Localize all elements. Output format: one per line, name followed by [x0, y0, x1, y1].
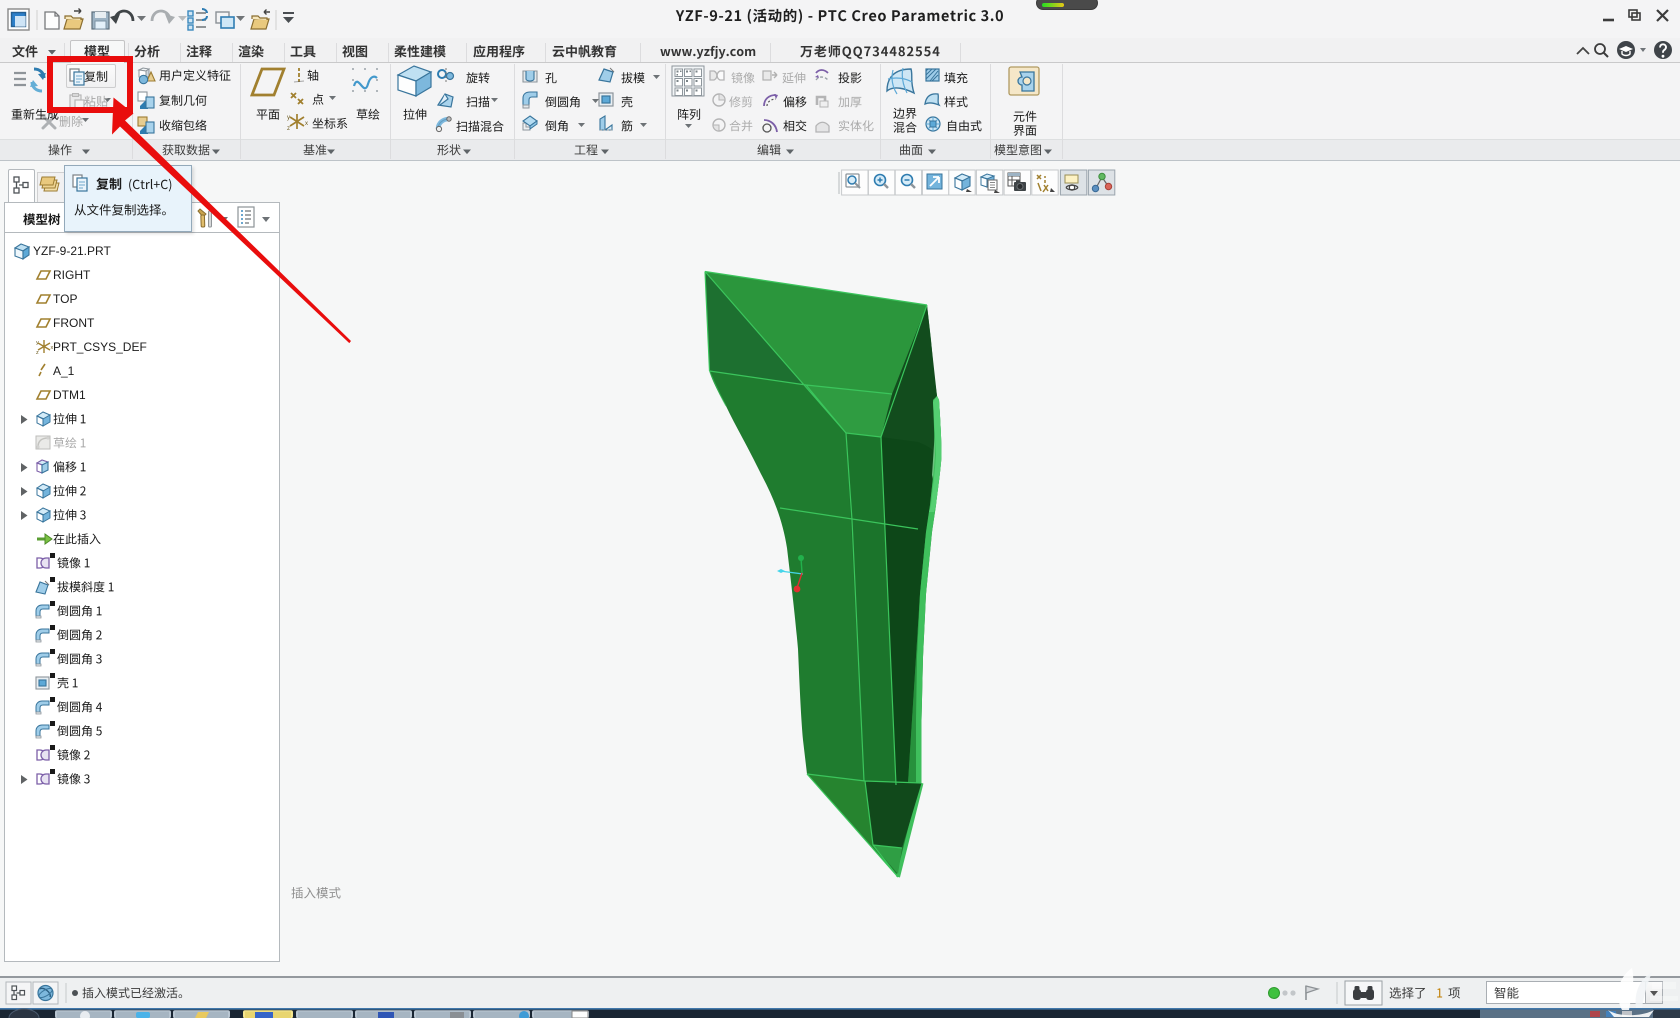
svg-text:y: y — [287, 115, 290, 121]
svg-text:y: y — [36, 340, 39, 346]
svg-text:z: z — [287, 126, 290, 132]
svg-text:x: x — [305, 121, 308, 127]
svg-text:z: z — [36, 350, 39, 356]
